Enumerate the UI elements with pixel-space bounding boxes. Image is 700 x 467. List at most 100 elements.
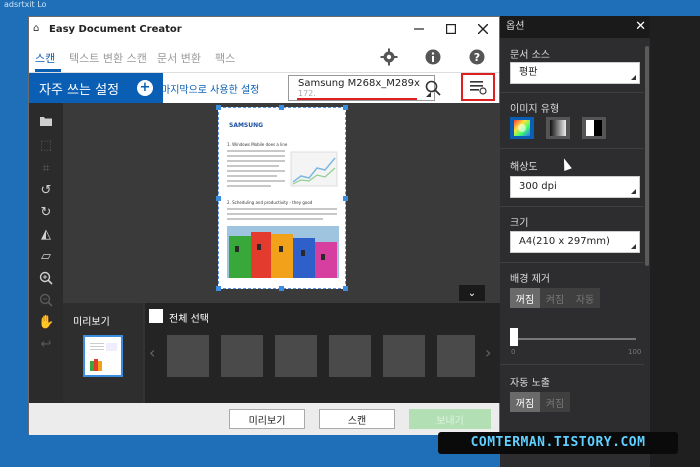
home-icon: ⌂ bbox=[33, 23, 40, 34]
resolution-select[interactable]: 300 dpi bbox=[510, 176, 640, 198]
doc-source-select[interactable]: 평판 bbox=[510, 62, 640, 84]
preview-button[interactable]: 미리보기 bbox=[229, 409, 305, 429]
page-body-bottom bbox=[227, 208, 337, 220]
tab-doc-convert[interactable]: 문서 변환 bbox=[157, 50, 201, 66]
auto-exposure-label: 자동 노출 bbox=[510, 378, 550, 389]
options-header: 옵션 ✕ bbox=[500, 16, 650, 38]
preview-area: SAMSUNG 1. Windows Mobile does a line 2.… bbox=[63, 103, 501, 303]
resolution-label: 해상도 bbox=[510, 162, 538, 173]
send-button[interactable]: 보내기 bbox=[409, 409, 491, 429]
chevron-left-icon[interactable]: ‹ bbox=[149, 343, 155, 362]
menu-tabs: 스캔 텍스트 변환 스캔 문서 변환 팩스 ? bbox=[29, 41, 499, 73]
pan-icon[interactable]: ✋ bbox=[38, 315, 54, 331]
bg-remove-label: 배경 제거 bbox=[510, 274, 550, 285]
divider bbox=[500, 262, 644, 263]
crop-select-icon[interactable]: ⬚ bbox=[38, 138, 54, 154]
minimize-icon[interactable] bbox=[403, 17, 435, 41]
thumbnail-strip: 전체 선택 ‹ › bbox=[145, 303, 501, 403]
select-all-checkbox[interactable] bbox=[149, 309, 163, 323]
crop-handle[interactable] bbox=[343, 196, 348, 201]
crop-icon[interactable]: ⌗ bbox=[38, 161, 54, 177]
desktop-right-strip bbox=[650, 16, 700, 467]
chevron-down-icon[interactable]: ⌄ bbox=[459, 285, 485, 301]
color-image-icon[interactable] bbox=[510, 117, 534, 139]
crop-handle[interactable] bbox=[343, 105, 348, 110]
title-bar: ⌂ Easy Document Creator bbox=[29, 17, 499, 41]
bg-remove-auto[interactable]: 자동 bbox=[570, 288, 600, 308]
bw-image-icon[interactable] bbox=[582, 117, 606, 139]
empty-slot bbox=[383, 335, 425, 377]
slider-handle[interactable] bbox=[510, 328, 518, 346]
doc-source-label: 문서 소스 bbox=[510, 50, 550, 61]
frequent-settings-label: 자주 쓰는 설정 bbox=[39, 82, 120, 98]
app-window: ⌂ Easy Document Creator 스캔 텍스트 변환 스캔 문서 … bbox=[28, 16, 501, 435]
help-icon[interactable]: ? bbox=[465, 45, 489, 69]
desktop-corner-label: adsrtxit Lo bbox=[4, 0, 47, 9]
zoom-out-icon[interactable] bbox=[38, 293, 54, 309]
page-logo: SAMSUNG bbox=[229, 122, 264, 129]
size-value: A4(210 x 297mm) bbox=[519, 236, 610, 247]
device-select[interactable]: Samsung M268x_M289x 172. bbox=[288, 75, 435, 101]
empty-slot bbox=[437, 335, 475, 377]
tab-ocr-scan[interactable]: 텍스트 변환 스캔 bbox=[69, 50, 147, 66]
rotate-left-icon[interactable]: ↺ bbox=[38, 183, 54, 199]
page-body-top bbox=[227, 150, 338, 187]
resolution-value: 300 dpi bbox=[519, 181, 557, 192]
auto-exposure-off[interactable]: 꺼짐 bbox=[510, 392, 540, 412]
window-title: Easy Document Creator bbox=[49, 23, 182, 35]
size-select[interactable]: A4(210 x 297mm) bbox=[510, 231, 640, 253]
device-ip: 172. bbox=[298, 89, 316, 98]
zoom-in-icon[interactable] bbox=[38, 271, 54, 287]
empty-slot bbox=[275, 335, 317, 377]
thumbnail-sidebar: 미리보기 bbox=[63, 303, 143, 403]
flip-icon[interactable]: ◭ bbox=[38, 227, 54, 243]
device-name: Samsung M268x_M289x bbox=[298, 78, 420, 89]
divider bbox=[500, 92, 644, 93]
options-title: 옵션 bbox=[506, 21, 525, 32]
scanned-page[interactable]: SAMSUNG 1. Windows Mobile does a line 2.… bbox=[216, 105, 348, 291]
close-icon[interactable]: ✕ bbox=[635, 16, 646, 38]
divider bbox=[500, 148, 644, 149]
crop-handle[interactable] bbox=[279, 105, 284, 110]
close-icon[interactable] bbox=[467, 17, 499, 41]
scan-button[interactable]: 스캔 bbox=[319, 409, 395, 429]
search-icon[interactable] bbox=[421, 76, 445, 100]
page-heading-1: 1. Windows Mobile does a line bbox=[227, 142, 288, 147]
rotate-right-icon[interactable]: ↻ bbox=[38, 205, 54, 221]
select-all-label: 전체 선택 bbox=[169, 314, 209, 325]
maximize-icon[interactable] bbox=[435, 17, 467, 41]
empty-slot bbox=[167, 335, 209, 377]
thumbnail-item[interactable] bbox=[83, 335, 123, 377]
size-label: 크기 bbox=[510, 218, 529, 229]
chevron-down-icon bbox=[631, 75, 636, 80]
tab-scan[interactable]: 스캔 bbox=[35, 50, 55, 66]
crop-handle[interactable] bbox=[343, 286, 348, 291]
open-icon[interactable] bbox=[38, 115, 54, 131]
frequent-settings-button[interactable]: 자주 쓰는 설정 + bbox=[29, 73, 163, 103]
undo-icon[interactable]: ↩ bbox=[38, 337, 54, 353]
auto-exposure-on[interactable]: 켜짐 bbox=[540, 392, 570, 412]
tab-fax[interactable]: 팩스 bbox=[215, 50, 235, 66]
info-icon[interactable] bbox=[421, 45, 445, 69]
options-list-icon[interactable] bbox=[461, 73, 495, 101]
bg-remove-on[interactable]: 켜짐 bbox=[540, 288, 570, 308]
bg-remove-slider[interactable] bbox=[514, 338, 636, 340]
edit-toolbar: ⬚ ⌗ ↺ ↻ ◭ ▱ ✋ ↩ bbox=[29, 103, 63, 403]
crop-handle[interactable] bbox=[279, 286, 284, 291]
slider-max-label: 100 bbox=[628, 348, 642, 356]
tab-scan-underline bbox=[35, 69, 61, 72]
device-highlight-line bbox=[297, 98, 417, 100]
gear-icon[interactable] bbox=[377, 45, 401, 69]
page-heading-2: 2. Scheduling and productivity - they go… bbox=[227, 200, 313, 205]
crop-handle[interactable] bbox=[216, 105, 221, 110]
recent-settings-link[interactable]: 마지막으로 사용한 설정 bbox=[161, 81, 259, 96]
grayscale-image-icon[interactable] bbox=[546, 117, 570, 139]
scrollbar-thumb[interactable] bbox=[645, 46, 649, 266]
crop-handle[interactable] bbox=[216, 286, 221, 291]
chevron-right-icon[interactable]: › bbox=[485, 343, 491, 362]
skew-icon[interactable]: ▱ bbox=[38, 249, 54, 265]
add-preset-icon[interactable]: + bbox=[137, 80, 153, 96]
doc-source-value: 평판 bbox=[519, 67, 538, 78]
crop-handle[interactable] bbox=[216, 196, 221, 201]
bg-remove-off[interactable]: 꺼짐 bbox=[510, 288, 540, 308]
